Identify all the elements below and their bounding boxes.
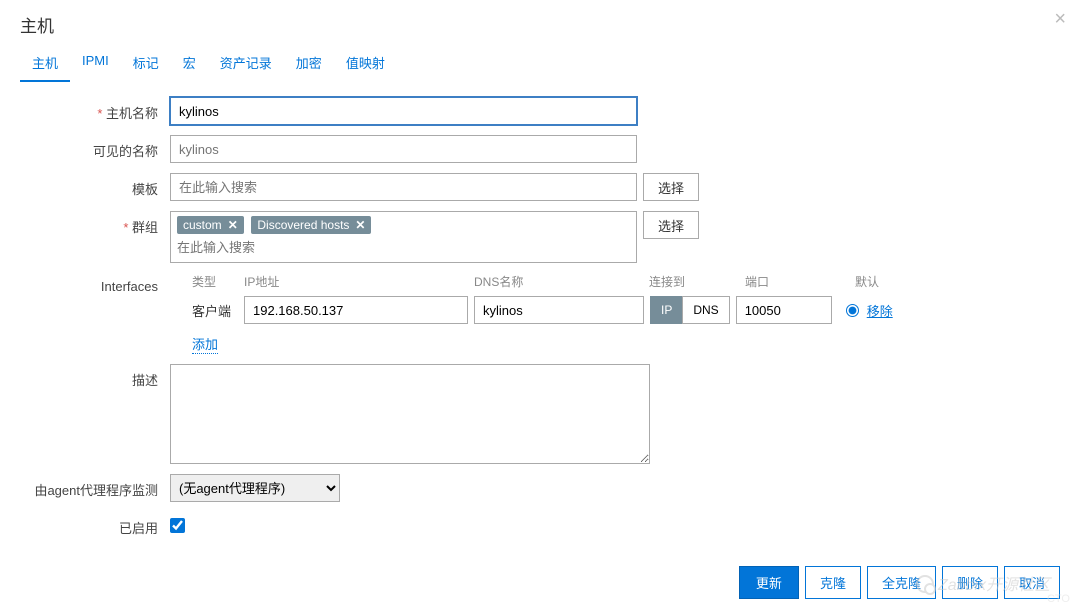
interface-dns-input[interactable]	[474, 296, 644, 324]
connect-ip-button[interactable]: IP	[650, 296, 682, 324]
group-tag-discovered[interactable]: Discovered hosts✕	[251, 216, 371, 234]
enabled-checkbox[interactable]	[170, 518, 185, 533]
header-port: 端口	[745, 273, 855, 290]
description-textarea[interactable]	[170, 364, 650, 464]
templates-input[interactable]	[170, 173, 637, 201]
label-description: 描述	[20, 364, 170, 389]
connect-dns-button[interactable]: DNS	[682, 296, 729, 324]
label-groups: 群组	[20, 211, 170, 236]
tab-host[interactable]: 主机	[20, 45, 70, 82]
header-connect: 连接到	[649, 273, 745, 290]
remove-tag-icon[interactable]: ✕	[355, 218, 365, 232]
tab-encryption[interactable]: 加密	[284, 45, 334, 82]
header-default: 默认	[855, 273, 915, 290]
interface-row: 客户端 IP DNS 移除	[170, 296, 1060, 324]
footer-buttons: 更新 克隆 全克隆 删除 取消	[739, 566, 1060, 599]
tab-inventory[interactable]: 资产记录	[208, 45, 284, 82]
interface-port-input[interactable]	[736, 296, 832, 324]
tab-ipmi[interactable]: IPMI	[70, 45, 121, 82]
full-clone-button[interactable]: 全克隆	[867, 566, 936, 599]
label-host-name: 主机名称	[20, 97, 170, 122]
interface-add-link[interactable]: 添加	[192, 334, 218, 354]
interface-default-radio[interactable]	[846, 304, 859, 317]
proxy-select[interactable]: (无agent代理程序)	[170, 474, 340, 502]
clone-button[interactable]: 克隆	[805, 566, 861, 599]
templates-select-button[interactable]: 选择	[643, 173, 699, 201]
header-dns: DNS名称	[474, 273, 649, 290]
host-name-input[interactable]	[170, 97, 637, 125]
label-templates: 模板	[20, 173, 170, 198]
label-interfaces: Interfaces	[20, 273, 170, 294]
update-button[interactable]: 更新	[739, 566, 799, 599]
label-visible-name: 可见的名称	[20, 135, 170, 160]
cancel-button[interactable]: 取消	[1004, 566, 1060, 599]
label-enabled: 已启用	[20, 512, 170, 537]
interface-ip-input[interactable]	[244, 296, 468, 324]
header-type: 类型	[192, 273, 244, 290]
tab-valuemaps[interactable]: 值映射	[334, 45, 397, 82]
interface-header-row: 类型 IP地址 DNS名称 连接到 端口 默认	[170, 273, 1060, 290]
remove-tag-icon[interactable]: ✕	[228, 218, 238, 232]
header-ip: IP地址	[244, 273, 474, 290]
groups-input-box[interactable]: custom✕ Discovered hosts✕	[170, 211, 637, 263]
tab-bar: 主机 IPMI 标记 宏 资产记录 加密 值映射	[0, 45, 1080, 83]
modal-title: 主机	[0, 0, 1080, 45]
interface-type-label: 客户端	[192, 301, 244, 320]
delete-button[interactable]: 删除	[942, 566, 998, 599]
tab-macros[interactable]: 宏	[171, 45, 208, 82]
tab-tags[interactable]: 标记	[121, 45, 171, 82]
close-icon[interactable]: ×	[1054, 8, 1066, 31]
groups-search-input[interactable]	[177, 240, 630, 255]
interface-remove-link[interactable]: 移除	[867, 301, 893, 320]
visible-name-input[interactable]	[170, 135, 637, 163]
groups-select-button[interactable]: 选择	[643, 211, 699, 239]
group-tag-custom[interactable]: custom✕	[177, 216, 244, 234]
label-proxy: 由agent代理程序监测	[20, 474, 170, 499]
